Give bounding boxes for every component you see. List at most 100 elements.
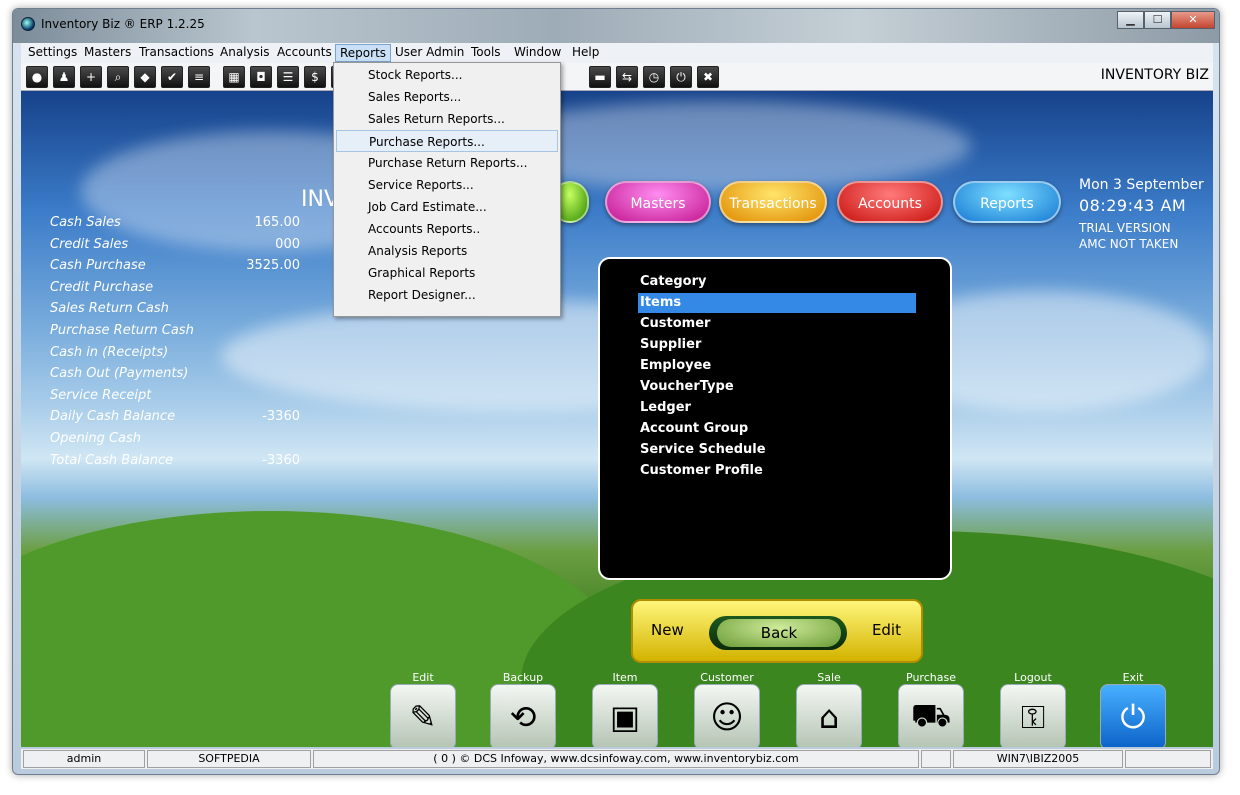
summary-label: Service Receipt	[50, 387, 152, 403]
chat-icon[interactable]: ◆	[134, 66, 156, 88]
time-label: 08:29:43 AM	[1079, 196, 1187, 215]
summary-row: Total Cash Balance -3360	[50, 453, 300, 475]
new-button[interactable]: New	[651, 621, 684, 639]
list-item-employee[interactable]: Employee	[638, 356, 916, 376]
app-window: Inventory Biz ® ERP 1.2.25 ▁ ☐ ✕ Setting…	[12, 8, 1220, 775]
menu-transactions[interactable]: Transactions	[135, 44, 218, 62]
summary-value: 000	[275, 236, 300, 252]
list-item-category[interactable]: Category	[638, 272, 916, 292]
menu-item-purchase-reports[interactable]: Purchase Reports...	[336, 130, 558, 152]
stack-icon[interactable]: ≡	[188, 66, 210, 88]
title-bar[interactable]: Inventory Biz ® ERP 1.2.25 ▁ ☐ ✕	[13, 9, 1219, 43]
print-icon[interactable]: ▬	[589, 66, 611, 88]
list-item-items[interactable]: Items	[638, 293, 916, 313]
search-icon[interactable]: ⌕	[107, 66, 129, 88]
summary-value: 165.00	[254, 215, 301, 230]
toolbar: ● ♟ + ⌕ ◆ ✔ ≡ ▦ ◘ ☰ $ ▪ ▬ ⇆ ◷ ⏻ ✖ INVENT…	[21, 63, 1213, 91]
dock-backup[interactable]: Backup ⟲	[489, 671, 557, 747]
dock-item[interactable]: Item ▣	[591, 671, 659, 747]
check-icon[interactable]: ✔	[161, 66, 183, 88]
summary-row: Opening Cash	[50, 431, 300, 453]
dock-exit[interactable]: Exit ⏻	[1099, 671, 1167, 747]
status-empty	[921, 750, 951, 768]
clock-icon[interactable]: ◷	[643, 66, 665, 88]
menu-help[interactable]: Help	[568, 44, 603, 62]
list-item-supplier[interactable]: Supplier	[638, 335, 916, 355]
list-icon[interactable]: ☰	[277, 66, 299, 88]
backup-icon: ⟲	[490, 684, 556, 747]
summary-label: Cash in (Receipts)	[50, 344, 169, 360]
menu-item-job-card-estimate[interactable]: Job Card Estimate...	[336, 196, 558, 218]
reports-dropdown-menu: Stock Reports... Sales Reports... Sales …	[333, 62, 561, 317]
summary-label: Opening Cash	[50, 430, 142, 446]
power-icon: ⏻	[1100, 684, 1166, 747]
reports-pill-button[interactable]: Reports	[953, 181, 1061, 223]
dock-label: Item	[612, 671, 638, 684]
menu-item-analysis-reports[interactable]: Analysis Reports	[336, 240, 558, 262]
summary-value: -3360	[262, 409, 300, 425]
summary-value: 3525.00	[246, 258, 300, 274]
menu-accounts[interactable]: Accounts	[273, 44, 336, 62]
summary-label: Sales Return Cash	[50, 301, 169, 317]
edit-button[interactable]: Edit	[872, 621, 901, 639]
list-item-vouchertype[interactable]: VoucherType	[638, 377, 916, 397]
dock-logout[interactable]: Logout ⚿	[999, 671, 1067, 747]
accounts-pill-button[interactable]: Accounts	[837, 181, 943, 223]
summary-row: Cash Purchase 3525.00	[50, 258, 300, 280]
user-icon[interactable]: ♟	[53, 66, 75, 88]
transfer-icon[interactable]: ⇆	[616, 66, 638, 88]
transactions-pill-button[interactable]: Transactions	[719, 181, 827, 223]
menu-tools[interactable]: Tools	[467, 44, 505, 62]
money-icon[interactable]: $	[304, 66, 326, 88]
menu-item-graphical-reports[interactable]: Graphical Reports	[336, 262, 558, 284]
cash-summary: Cash Sales 165.00 Credit Sales 000 Cash Pu…	[50, 215, 300, 474]
summary-label: Daily Cash Balance	[50, 409, 176, 425]
menu-masters[interactable]: Masters	[80, 44, 135, 62]
dock-sale[interactable]: Sale ⌂	[795, 671, 863, 747]
minimize-button[interactable]: ▁	[1117, 11, 1144, 29]
menu-item-sales-return-reports[interactable]: Sales Return Reports...	[336, 108, 558, 130]
list-item-account-group[interactable]: Account Group	[638, 419, 916, 439]
datetime-panel: Mon 3 September 08:29:43 AM TRIAL VERSIO…	[1079, 177, 1213, 251]
menu-reports[interactable]: Reports	[335, 44, 392, 62]
status-copyright: ( 0 ) © DCS Infoway, www.dcsinfoway.com,…	[313, 750, 919, 768]
maximize-button[interactable]: ☐	[1144, 11, 1171, 29]
menu-item-purchase-return-reports[interactable]: Purchase Return Reports...	[336, 152, 558, 174]
add-icon[interactable]: +	[80, 66, 102, 88]
list-item-service-schedule[interactable]: Service Schedule	[638, 440, 916, 460]
status-company: SOFTPEDIA	[147, 750, 311, 768]
summary-label: Cash Sales	[50, 215, 121, 230]
dock-purchase[interactable]: Purchase ⛟	[897, 671, 965, 747]
close-icon[interactable]: ✖	[697, 66, 719, 88]
dock-label: Purchase	[906, 671, 956, 684]
dock-customer[interactable]: Customer ☺	[693, 671, 761, 747]
car-icon[interactable]: ◘	[250, 66, 272, 88]
menu-item-stock-reports[interactable]: Stock Reports...	[336, 64, 558, 86]
basket-icon: ⌂	[796, 684, 862, 747]
settings-icon[interactable]: ●	[26, 66, 48, 88]
list-item-customer-profile[interactable]: Customer Profile	[638, 461, 916, 481]
menu-user-admin[interactable]: User Admin	[391, 44, 468, 62]
dock-edit[interactable]: Edit ✎	[389, 671, 457, 747]
dock-label: Logout	[1014, 671, 1052, 684]
menu-item-service-reports[interactable]: Service Reports...	[336, 174, 558, 196]
menu-item-report-designer[interactable]: Report Designer...	[336, 284, 558, 306]
back-button[interactable]: Back	[717, 619, 841, 647]
cart-icon[interactable]: ▦	[223, 66, 245, 88]
app-icon[interactable]	[21, 17, 35, 31]
summary-label: Cash Out (Payments)	[50, 366, 189, 382]
menu-settings[interactable]: Settings	[24, 44, 81, 62]
close-button[interactable]: ✕	[1171, 11, 1215, 29]
summary-row: Cash Out (Payments)	[50, 366, 300, 388]
list-item-customer[interactable]: Customer	[638, 314, 916, 334]
menu-item-accounts-reports[interactable]: Accounts Reports..	[336, 218, 558, 240]
menu-analysis[interactable]: Analysis	[216, 44, 273, 62]
masters-pill-button[interactable]: Masters	[605, 181, 711, 223]
menu-window[interactable]: Window	[510, 44, 565, 62]
dock-label: Edit	[412, 671, 434, 684]
menu-item-sales-reports[interactable]: Sales Reports...	[336, 86, 558, 108]
status-bar: admin SOFTPEDIA ( 0 ) © DCS Infoway, www…	[21, 749, 1213, 769]
summary-label: Total Cash Balance	[50, 452, 174, 468]
list-item-ledger[interactable]: Ledger	[638, 398, 916, 418]
power-icon[interactable]: ⏻	[670, 66, 692, 88]
